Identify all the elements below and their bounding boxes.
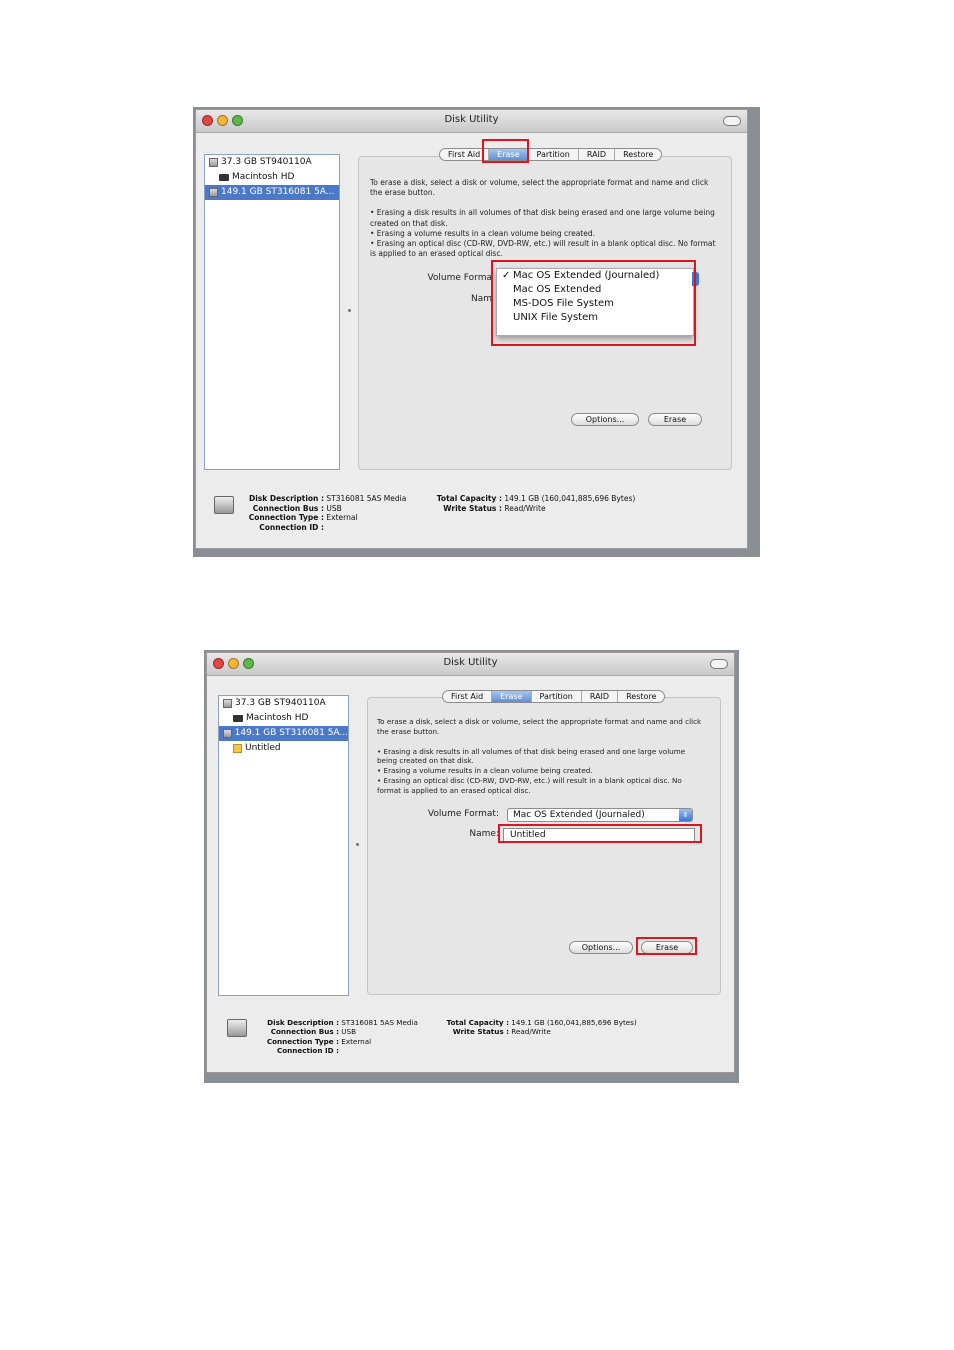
volume-icon	[233, 715, 243, 722]
disk-utility-window: Disk Utility 37.3 GB ST940110A Macintosh…	[206, 652, 735, 1073]
sidebar-item-disk-1[interactable]: 37.3 GB ST940110A	[205, 155, 339, 170]
disk-icon	[209, 158, 218, 167]
tab-bar: First Aid Erase Partition RAID Restore	[439, 148, 663, 161]
volume-icon	[219, 174, 229, 181]
name-label: Nam	[470, 294, 492, 304]
sidebar-item-label: 37.3 GB ST940110A	[221, 157, 312, 167]
hard-drive-icon	[227, 1019, 247, 1037]
instructions-intro: To erase a disk, select a disk or volume…	[370, 178, 709, 198]
title-bar[interactable]: Disk Utility	[207, 653, 734, 676]
sidebar-item-label: 37.3 GB ST940110A	[235, 698, 326, 708]
popup-arrows-icon: ⇕	[679, 809, 692, 821]
instructions-intro: To erase a disk, select a disk or volume…	[377, 717, 702, 736]
instructions-bullet: • Erasing a disk results in all volumes …	[370, 208, 715, 228]
disk-info-left: Disk Description : ST316081 5AS Media Co…	[248, 494, 407, 532]
instructions-bullet: • Erasing an optical disc (CD-RW, DVD-RW…	[377, 775, 682, 795]
disk-info-right: Total Capacity : 149.1 GB (160,041,885,6…	[436, 494, 636, 513]
highlight-name-field	[498, 824, 702, 843]
tab-bar: First Aid Erase Partition RAID Restore	[442, 690, 666, 703]
erase-instructions: To erase a disk, select a disk or volume…	[370, 178, 716, 259]
disk-info-right: Total Capacity : 149.1 GB (160,041,885,6…	[446, 1018, 637, 1037]
options-button[interactable]: Options...	[571, 413, 639, 426]
highlight-format-menu	[491, 260, 696, 346]
sidebar-item-macintosh-hd[interactable]: Macintosh HD	[219, 711, 348, 726]
disk-icon	[223, 699, 232, 708]
title-bar[interactable]: Disk Utility	[196, 110, 747, 133]
toolbar-toggle-button[interactable]	[710, 659, 728, 669]
tab-partition[interactable]: Partition	[529, 149, 579, 160]
sidebar-item-macintosh-hd[interactable]: Macintosh HD	[205, 170, 339, 185]
folder-volume-icon	[233, 744, 242, 753]
erase-instructions: To erase a disk, select a disk or volume…	[377, 717, 707, 796]
tab-raid[interactable]: RAID	[579, 149, 616, 160]
sidebar-item-untitled[interactable]: Untitled	[219, 741, 348, 756]
screenshot-1: Disk Utility 37.3 GB ST940110A Macintosh…	[193, 107, 760, 557]
window-title: Disk Utility	[443, 657, 498, 668]
highlight-erase-tab	[482, 139, 529, 163]
disk-info-left: Disk Description : ST316081 5AS Media Co…	[266, 1018, 418, 1055]
disk-icon	[223, 729, 232, 738]
options-button[interactable]: Options...	[569, 941, 633, 954]
tab-restore[interactable]: Restore	[615, 149, 661, 160]
sidebar-item-label: Untitled	[245, 743, 281, 753]
instructions-bullet: • Erasing an optical disc (CD-RW, DVD-RW…	[370, 239, 716, 259]
split-view-handle[interactable]	[356, 843, 359, 846]
tab-partition[interactable]: Partition	[532, 691, 582, 702]
volume-format-select[interactable]: Mac OS Extended (Journaled) ⇕	[507, 808, 693, 822]
screenshot-2: Disk Utility 37.3 GB ST940110A Macintosh…	[204, 650, 739, 1083]
sidebar-item-label: Macintosh HD	[246, 713, 309, 723]
disk-list[interactable]: 37.3 GB ST940110A Macintosh HD 149.1 GB …	[204, 154, 340, 470]
hard-drive-icon	[214, 496, 234, 514]
sidebar-item-disk-2[interactable]: 149.1 GB ST316081 5A...	[205, 185, 339, 200]
tab-raid[interactable]: RAID	[582, 691, 619, 702]
sidebar-item-label: 149.1 GB ST316081 5A...	[221, 187, 335, 197]
disk-icon	[209, 188, 218, 197]
instructions-bullet: • Erasing a disk results in all volumes …	[377, 746, 686, 766]
sidebar-item-label: Macintosh HD	[232, 172, 295, 182]
toolbar-toggle-button[interactable]	[723, 116, 741, 126]
volume-format-label: Volume Forma	[427, 273, 492, 283]
highlight-erase-button	[636, 937, 697, 955]
tab-first-aid[interactable]: First Aid	[443, 691, 493, 702]
window-title: Disk Utility	[444, 114, 499, 125]
sidebar-item-disk-1[interactable]: 37.3 GB ST940110A	[219, 696, 348, 711]
disk-list[interactable]: 37.3 GB ST940110A Macintosh HD 149.1 GB …	[218, 695, 349, 996]
volume-format-label: Volume Format:	[427, 809, 499, 819]
instructions-bullet: • Erasing a volume results in a clean vo…	[370, 228, 596, 238]
split-view-handle[interactable]	[348, 309, 351, 312]
tab-erase[interactable]: Erase	[492, 691, 532, 702]
instructions-bullet: • Erasing a volume results in a clean vo…	[377, 766, 593, 776]
erase-button[interactable]: Erase	[648, 413, 702, 426]
sidebar-item-label: 149.1 GB ST316081 5A...	[234, 728, 348, 738]
name-label: Name:	[469, 829, 499, 839]
sidebar-item-disk-2[interactable]: 149.1 GB ST316081 5A...	[219, 726, 348, 741]
tab-restore[interactable]: Restore	[618, 691, 664, 702]
